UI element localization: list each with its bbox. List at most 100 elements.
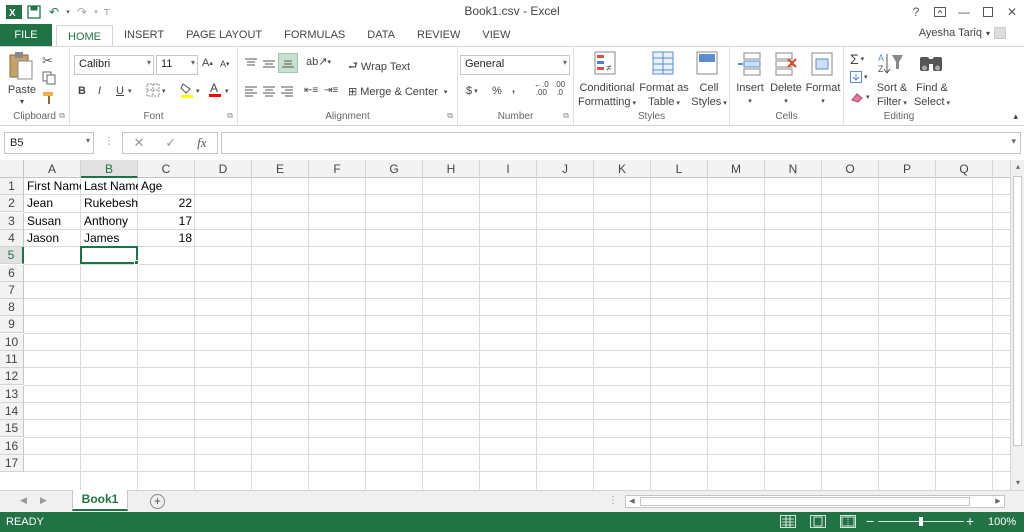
cell-b4[interactable]: James bbox=[81, 230, 138, 247]
row-header[interactable]: 6 bbox=[0, 265, 24, 282]
column-header[interactable]: O bbox=[822, 160, 879, 178]
prev-sheet-icon[interactable]: ◀ bbox=[20, 495, 27, 506]
cell-a2[interactable]: Jean bbox=[24, 195, 81, 212]
minimize-button[interactable]: — bbox=[952, 0, 976, 24]
cell-styles-button[interactable]: Cell Styles ▾ bbox=[690, 81, 728, 111]
format-as-table-button[interactable]: Format as Table ▾ bbox=[638, 81, 690, 111]
zoom-in-button[interactable]: + bbox=[966, 513, 974, 529]
orientation-icon[interactable]: ab↗ ▾ bbox=[306, 55, 331, 68]
format-painter-icon[interactable] bbox=[42, 91, 56, 108]
fill-color-dropdown-icon[interactable]: ▾ bbox=[196, 87, 200, 95]
delete-button[interactable]: Delete ▾ bbox=[768, 81, 804, 109]
column-header[interactable]: N bbox=[765, 160, 822, 178]
cell-b2[interactable]: Rukebesha bbox=[81, 195, 138, 212]
tab-data[interactable]: DATA bbox=[356, 24, 406, 46]
tab-file[interactable]: FILE bbox=[0, 24, 52, 46]
row-header[interactable]: 2 bbox=[0, 195, 24, 212]
scroll-up-icon[interactable]: ▴ bbox=[1011, 160, 1024, 174]
autosum-icon[interactable]: Σ ▾ bbox=[850, 51, 864, 67]
selected-cell-border[interactable] bbox=[80, 246, 138, 264]
fill-icon[interactable]: ▾ bbox=[850, 71, 868, 83]
cell-a1[interactable]: First Name bbox=[24, 178, 81, 195]
cell-a3[interactable]: Susan bbox=[24, 213, 81, 230]
underline-button[interactable]: U bbox=[116, 85, 124, 97]
redo-icon[interactable]: ↷ bbox=[72, 2, 92, 22]
insert-cells-icon[interactable] bbox=[738, 51, 762, 80]
cell-b3[interactable]: Anthony bbox=[81, 213, 138, 230]
number-format-select[interactable]: General ▾ bbox=[460, 55, 570, 75]
row-header[interactable]: 10 bbox=[0, 334, 24, 351]
font-name-select[interactable]: Calibri ▾ bbox=[74, 55, 154, 75]
delete-cells-icon[interactable] bbox=[774, 51, 798, 80]
new-sheet-button[interactable]: + bbox=[150, 494, 165, 509]
collapse-ribbon-icon[interactable]: ▴ bbox=[1013, 111, 1018, 122]
increase-indent-icon[interactable]: ⇥≡ bbox=[324, 85, 338, 96]
column-header[interactable]: Q bbox=[936, 160, 993, 178]
column-header[interactable]: E bbox=[252, 160, 309, 178]
insert-button[interactable]: Insert ▾ bbox=[732, 81, 768, 109]
font-color-icon[interactable]: A bbox=[208, 81, 222, 97]
italic-button[interactable]: I bbox=[98, 85, 101, 97]
sort-filter-button[interactable]: Sort & Filter ▾ bbox=[872, 81, 912, 111]
expand-formula-bar-icon[interactable]: ▾ bbox=[1011, 136, 1016, 147]
column-header[interactable]: B bbox=[81, 160, 138, 178]
number-launcher-icon[interactable]: ⧉ bbox=[563, 111, 569, 121]
font-color-dropdown-icon[interactable]: ▾ bbox=[225, 87, 229, 95]
decrease-font-icon[interactable]: A ▾ bbox=[220, 59, 230, 69]
borders-dropdown-icon[interactable]: ▾ bbox=[162, 87, 166, 95]
row-header[interactable]: 3 bbox=[0, 213, 24, 230]
save-icon[interactable] bbox=[24, 2, 44, 22]
row-header[interactable]: 1 bbox=[0, 178, 24, 195]
cell-a4[interactable]: Jason bbox=[24, 230, 81, 247]
page-break-view-icon[interactable] bbox=[840, 515, 856, 528]
column-header[interactable]: C bbox=[138, 160, 195, 178]
find-select-button[interactable]: Find & Select ▾ bbox=[912, 81, 952, 111]
row-header[interactable]: 15 bbox=[0, 420, 24, 437]
format-button[interactable]: Format ▾ bbox=[804, 81, 842, 109]
fill-color-icon[interactable] bbox=[180, 82, 194, 98]
format-cells-icon[interactable] bbox=[810, 51, 834, 80]
row-header[interactable]: 11 bbox=[0, 351, 24, 368]
scroll-down-icon[interactable]: ▾ bbox=[1011, 476, 1024, 490]
comma-button[interactable]: , bbox=[512, 83, 515, 95]
vertical-scrollbar[interactable]: ▴ ▾ bbox=[1010, 160, 1024, 490]
cell-c3[interactable]: 17 bbox=[138, 213, 195, 230]
name-box[interactable]: B5 ▾ bbox=[4, 132, 94, 154]
fill-handle[interactable] bbox=[134, 260, 139, 265]
user-account[interactable]: Ayesha Tariq ▾ bbox=[919, 27, 1006, 39]
cell-c2[interactable]: 22 bbox=[138, 195, 195, 212]
align-top-icon[interactable] bbox=[244, 57, 258, 69]
customize-toolbar-icon[interactable]: ⊤ bbox=[100, 2, 114, 22]
copy-icon[interactable] bbox=[42, 71, 56, 88]
row-header[interactable]: 4 bbox=[0, 230, 24, 247]
tab-formulas[interactable]: FORMULAS bbox=[273, 24, 356, 46]
ribbon-display-options-icon[interactable] bbox=[928, 0, 952, 24]
alignment-launcher-icon[interactable]: ⧉ bbox=[447, 111, 453, 121]
underline-dropdown-icon[interactable]: ▾ bbox=[128, 87, 132, 95]
horizontal-scroll-thumb[interactable] bbox=[640, 497, 970, 506]
tab-view[interactable]: VIEW bbox=[471, 24, 521, 46]
zoom-slider-thumb[interactable] bbox=[919, 517, 923, 526]
column-header[interactable]: P bbox=[879, 160, 936, 178]
cut-icon[interactable]: ✂ bbox=[42, 53, 53, 69]
paste-icon[interactable] bbox=[8, 51, 34, 84]
bold-button[interactable]: B bbox=[78, 85, 86, 97]
row-header[interactable]: 12 bbox=[0, 368, 24, 385]
cell-area[interactable]: First NameLast NameAge JeanRukebesha22 Sus… bbox=[24, 178, 1010, 490]
row-header[interactable]: 8 bbox=[0, 299, 24, 316]
row-header[interactable]: 5 bbox=[0, 247, 24, 264]
merge-center-button[interactable]: ⊞ Merge & Center ▾ bbox=[348, 85, 447, 99]
select-all-corner[interactable] bbox=[0, 160, 24, 178]
confirm-entry-icon[interactable]: ✓ bbox=[165, 135, 176, 151]
align-right-icon[interactable] bbox=[280, 85, 294, 97]
undo-icon[interactable]: ↶ bbox=[44, 2, 64, 22]
align-center-icon[interactable] bbox=[262, 85, 276, 97]
cell-c1[interactable]: Age bbox=[138, 178, 195, 195]
row-header[interactable]: 17 bbox=[0, 455, 24, 472]
conditional-formatting-button[interactable]: Conditional Formatting ▾ bbox=[576, 81, 638, 111]
next-sheet-icon[interactable]: ▶ bbox=[40, 495, 47, 506]
increase-decimal-button[interactable]: ←.0 .00 bbox=[534, 81, 549, 97]
row-header[interactable]: 9 bbox=[0, 316, 24, 333]
redo-dropdown-icon[interactable]: ▾ bbox=[92, 2, 100, 22]
tab-review[interactable]: REVIEW bbox=[406, 24, 471, 46]
